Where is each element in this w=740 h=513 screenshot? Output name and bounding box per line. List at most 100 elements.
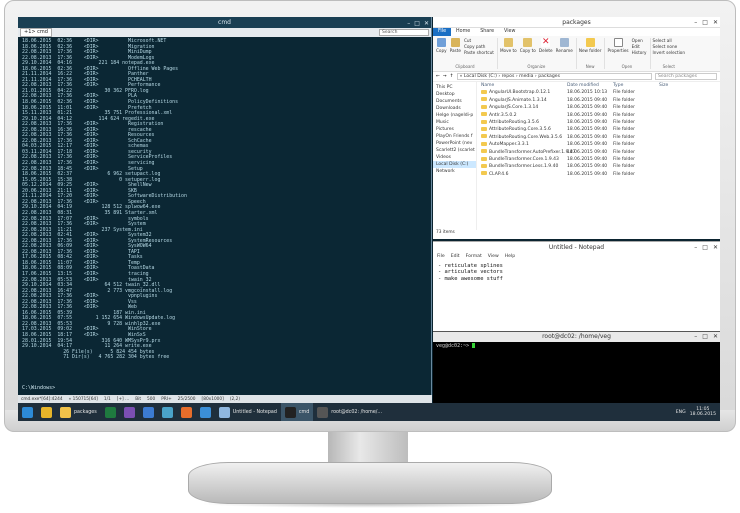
nav-item[interactable]: Music	[433, 119, 476, 126]
taskbar-item[interactable]	[37, 403, 56, 421]
address-bar[interactable]: « Local Disk (C:) › repos › media › pack…	[456, 73, 652, 80]
nav-item[interactable]: Scarlett2 (scarlet	[433, 147, 476, 154]
tab-view[interactable]: View	[499, 28, 520, 36]
explorer-titlebar[interactable]: packages – □ ✕	[433, 17, 720, 28]
cmd-window[interactable]: cmd – □ ✕ +1> cmd Search 18.06.2015 02:3…	[18, 17, 432, 395]
taskbar-item[interactable]: cmd	[280, 403, 314, 421]
nav-item[interactable]: Desktop	[433, 91, 476, 98]
back-arrow-icon[interactable]: ←	[436, 74, 440, 79]
open-button[interactable]: Open	[632, 38, 647, 43]
notepad-menu-help[interactable]: Help	[505, 253, 515, 261]
column-size[interactable]: Size	[659, 82, 679, 89]
taskbar-item[interactable]: packages	[56, 403, 101, 421]
file-row[interactable]: AttributeRouting.3.5.6 18.06.2015 09:40 Fi…	[481, 119, 720, 126]
properties-button[interactable]: Properties	[607, 38, 629, 53]
notepad-menu-view[interactable]: View	[488, 253, 499, 261]
up-arrow-icon[interactable]: ↑	[450, 74, 454, 79]
file-row[interactable]: AngularUI.Bootstrap.0.12.1 18.06.2015 10:…	[481, 89, 720, 96]
copy-to-button[interactable]: Copy to	[520, 38, 536, 53]
notepad-text-area[interactable]: - reticulate splines - articulate vectors…	[433, 261, 720, 284]
file-row[interactable]: BundleTransformer.Core.1.9.43 18.06.2015 …	[481, 156, 720, 163]
column-name[interactable]: Name	[481, 82, 567, 89]
minimize-icon[interactable]: –	[694, 332, 697, 342]
maximize-icon[interactable]: □	[702, 242, 708, 253]
minimize-icon[interactable]: –	[407, 18, 410, 29]
taskbar-item[interactable]	[120, 403, 139, 421]
terminal-window[interactable]: root@dc02: /home/veg – □ ✕ veg@dc02:~>	[433, 331, 720, 403]
terminal-titlebar[interactable]: root@dc02: /home/veg – □ ✕	[433, 332, 720, 342]
taskbar-item[interactable]	[101, 403, 120, 421]
column-date[interactable]: Date modified	[567, 82, 613, 89]
tab-share[interactable]: Share	[475, 28, 499, 36]
move-to-icon	[503, 38, 513, 47]
notepad-menu-file[interactable]: File	[437, 253, 445, 261]
taskbar-item[interactable]	[177, 403, 196, 421]
notepad-menu-format[interactable]: Format	[466, 253, 482, 261]
nav-item[interactable]: This PC	[433, 84, 476, 91]
cmd-tab[interactable]: +1> cmd	[20, 28, 52, 37]
tab-file[interactable]: File	[433, 28, 452, 36]
clock[interactable]: 11:05 18.06.2015	[690, 407, 716, 418]
close-icon[interactable]: ✕	[713, 17, 718, 28]
minimize-icon[interactable]: –	[694, 17, 697, 28]
taskbar-item[interactable]: Untitled - Notepad	[215, 403, 281, 421]
edit-button[interactable]: Edit	[632, 44, 647, 49]
nav-item[interactable]: Videos	[433, 154, 476, 161]
minimize-icon[interactable]: –	[694, 242, 697, 253]
cmd-prompt[interactable]: C:\Windows>	[22, 385, 55, 391]
taskbar-item[interactable]: root@dc02: /home/...	[313, 403, 386, 421]
file-row[interactable]: Antlr.3.5.0.2 18.06.2015 09:40 File folder	[481, 112, 720, 119]
taskbar-item[interactable]	[139, 403, 158, 421]
maximize-icon[interactable]: □	[702, 332, 708, 342]
select-none-button[interactable]: Select none	[653, 44, 685, 49]
rename-button[interactable]: Rename	[556, 38, 573, 53]
file-row[interactable]: BundleTransformer.Less.1.9.40 18.06.2015 …	[481, 163, 720, 170]
file-row[interactable]: AngularJS.Animate.1.3.14 18.06.2015 09:40…	[481, 97, 720, 104]
move-to-button[interactable]: Move to	[500, 38, 517, 53]
select-all-button[interactable]: Select all	[653, 38, 685, 43]
taskbar-item[interactable]	[18, 403, 37, 421]
taskbar-item[interactable]	[196, 403, 215, 421]
terminal-output[interactable]: veg@dc02:~>	[433, 342, 720, 350]
nav-item[interactable]: Pictures	[433, 126, 476, 133]
nav-item[interactable]: PowerPoint (nev	[433, 140, 476, 147]
forward-arrow-icon[interactable]: →	[443, 74, 447, 79]
cmd-titlebar[interactable]: cmd – □ ✕	[18, 17, 431, 28]
cut-button[interactable]: Cut	[464, 38, 494, 43]
nav-item[interactable]: Local Disk (C:)	[433, 161, 476, 168]
language-indicator[interactable]: ENG	[676, 410, 686, 415]
column-type[interactable]: Type	[613, 82, 659, 89]
close-icon[interactable]: ✕	[424, 18, 429, 29]
close-icon[interactable]: ✕	[713, 242, 718, 253]
close-icon[interactable]: ✕	[713, 332, 718, 342]
file-row[interactable]: BundleTransformer.AutoPrefixer.1.9.47 18.…	[481, 149, 720, 156]
delete-button[interactable]: ✕ Delete	[539, 38, 553, 54]
file-row[interactable]: CLAP.4.6 18.06.2015 09:40 File folder	[481, 171, 720, 178]
notepad-window[interactable]: Untitled - Notepad – □ ✕ File Edit Format V…	[433, 241, 720, 331]
history-button[interactable]: History	[632, 50, 647, 55]
explorer-window[interactable]: packages – □ ✕ File Home Share View Copy…	[433, 17, 720, 239]
file-row[interactable]: AttributeRouting.Core.3.5.6 18.06.2015 09…	[481, 126, 720, 133]
paste-shortcut-button[interactable]: Paste shortcut	[464, 50, 494, 55]
maximize-icon[interactable]: □	[414, 18, 420, 29]
taskbar-item[interactable]	[158, 403, 177, 421]
new-folder-button[interactable]: New folder	[579, 38, 601, 53]
paste-button[interactable]: Paste	[450, 38, 461, 53]
search-input[interactable]: Search packages	[655, 73, 717, 80]
copy-path-button[interactable]: Copy path	[464, 44, 494, 49]
maximize-icon[interactable]: □	[702, 17, 708, 28]
file-row[interactable]: AutoMapper.3.3.1 18.06.2015 09:40 File fol…	[481, 141, 720, 148]
file-row[interactable]: AttributeRouting.Core.Web.3.5.6 18.06.201…	[481, 134, 720, 141]
nav-item[interactable]: Documents	[433, 98, 476, 105]
nav-item[interactable]: Helge (nageldi-p	[433, 112, 476, 119]
copy-button[interactable]: Copy	[436, 38, 447, 53]
invert-selection-button[interactable]: Invert selection	[653, 50, 685, 55]
notepad-titlebar[interactable]: Untitled - Notepad – □ ✕	[433, 242, 720, 253]
tab-home[interactable]: Home	[451, 28, 475, 36]
nav-item[interactable]: Network	[433, 168, 476, 175]
nav-item[interactable]: Downloads	[433, 105, 476, 112]
file-row[interactable]: AngularJS.Core.1.3.14 18.06.2015 09:40 Fil…	[481, 104, 720, 111]
notepad-menu-edit[interactable]: Edit	[451, 253, 460, 261]
nav-item[interactable]: PlayOn Friends f	[433, 133, 476, 140]
cmd-search-input[interactable]: Search	[379, 29, 429, 36]
